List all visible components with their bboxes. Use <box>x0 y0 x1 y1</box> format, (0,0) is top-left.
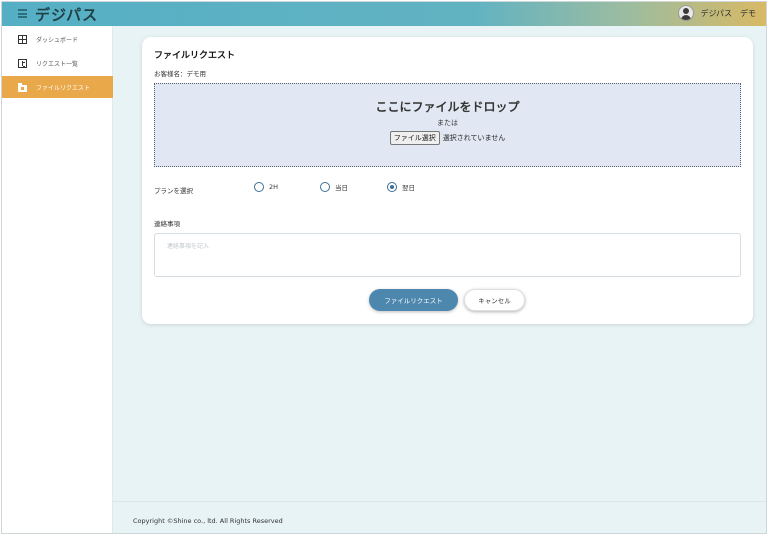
page-title: ファイルリクエスト <box>154 51 236 61</box>
sidebar-item-label: ダッシュボード <box>36 36 79 44</box>
radio-circle-checked[interactable] <box>387 182 397 192</box>
file-request-card: ファイルリクエスト お客様名：デモ用 ここにファイルをドロップ または ファイル… <box>142 37 753 324</box>
sidebar-item-label: ファイルリクエスト <box>36 84 91 92</box>
folder-icon <box>18 82 27 92</box>
grid-icon <box>18 34 27 44</box>
radio-label: 2H <box>269 183 279 191</box>
dropzone-or-text: または <box>437 119 458 127</box>
radio-label: 当日 <box>335 184 348 192</box>
user-menu[interactable]: デジパス デモ <box>678 5 756 21</box>
sidebar-item-dashboard[interactable]: ダッシュボード <box>2 28 113 50</box>
sidebar: ダッシュボード リクエスト一覧 ファイルリクエスト <box>2 26 113 533</box>
app-title: デジパス <box>35 6 99 24</box>
copyright-text: Copyright ©Shine co., ltd. All Rights Re… <box>133 517 283 525</box>
radio-circle[interactable] <box>254 182 264 192</box>
sidebar-item-label: リクエスト一覧 <box>36 60 79 68</box>
dropzone-title: ここにファイルをドロップ <box>375 100 520 114</box>
main-content: ファイルリクエスト お客様名：デモ用 ここにファイルをドロップ または ファイル… <box>113 26 766 533</box>
file-input-row: ファイル選択 選択されていません <box>155 131 740 145</box>
file-status-text: 選択されていません <box>442 134 506 142</box>
file-select-button[interactable]: ファイル選択 <box>389 131 440 145</box>
plan-radio-2h[interactable]: 2H <box>254 182 278 192</box>
notes-input[interactable] <box>154 233 741 277</box>
user-avatar-icon[interactable] <box>678 5 695 21</box>
plan-radio-same-day[interactable]: 当日 <box>320 182 348 192</box>
radio-label: 翌日 <box>402 184 415 192</box>
user-name[interactable]: デジパス デモ <box>700 8 756 19</box>
radio-circle[interactable] <box>320 182 330 192</box>
plan-label: プランを選択 <box>154 187 193 195</box>
header-bar: デジパス デジパス デモ <box>2 2 766 26</box>
notes-label: 連絡事項 <box>154 220 180 228</box>
app-window: デジパス デジパス デモ ダッシュボード リクエスト一覧 ファイルリクエスト フ… <box>1 1 767 534</box>
file-dropzone[interactable]: ここにファイルをドロップ または ファイル選択 選択されていません <box>154 83 741 167</box>
sidebar-item-request-list[interactable]: リクエスト一覧 <box>2 52 113 74</box>
list-icon <box>18 58 27 68</box>
plan-radio-next-day[interactable]: 翌日 <box>387 182 415 192</box>
customer-name: お客様名：デモ用 <box>154 70 206 78</box>
hamburger-menu-icon[interactable] <box>18 9 28 18</box>
submit-file-request-button[interactable]: ファイルリクエスト <box>369 289 458 311</box>
footer: Copyright ©Shine co., ltd. All Rights Re… <box>113 501 766 533</box>
sidebar-item-file-request[interactable]: ファイルリクエスト <box>2 76 113 98</box>
cancel-button[interactable]: キャンセル <box>464 289 525 311</box>
